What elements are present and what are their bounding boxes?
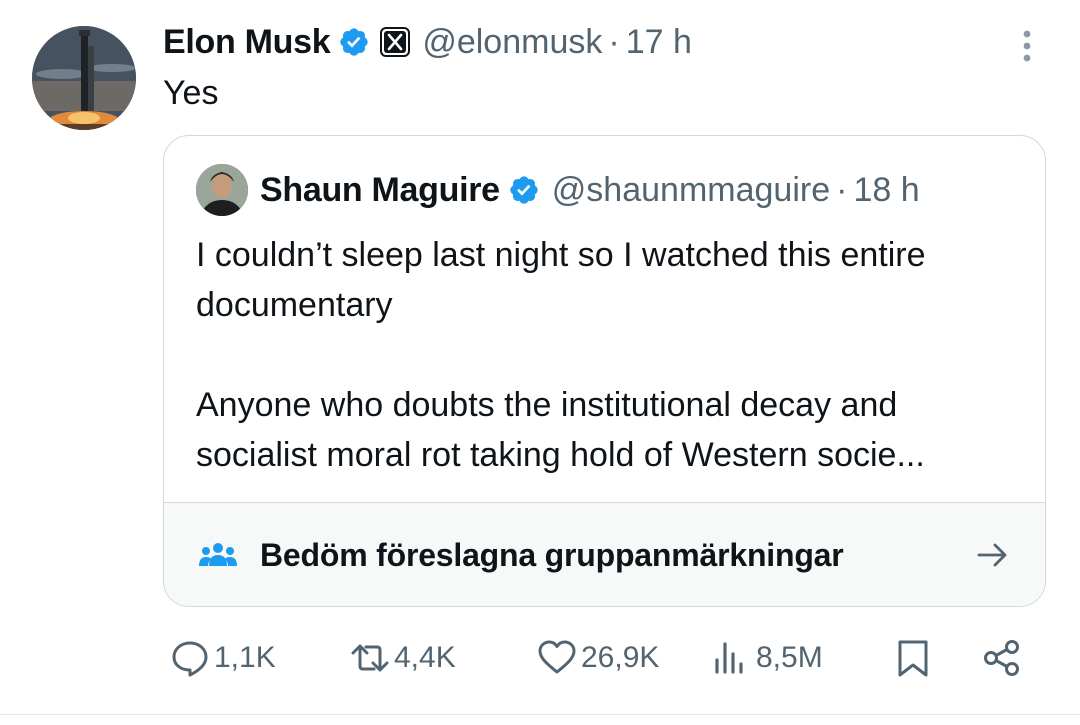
views-icon: [715, 642, 743, 674]
post-text: Yes: [163, 74, 219, 112]
quoted-author-handle[interactable]: @shaunmmaguire: [552, 171, 830, 210]
like-button[interactable]: 26,9K: [537, 638, 659, 678]
post-header: Elon Musk @elonmusk · 17 h: [163, 20, 692, 64]
community-notes-prompt[interactable]: Bedöm föreslagna gruppanmärkningar: [164, 502, 1045, 606]
quoted-tweet[interactable]: Shaun Maguire @shaunmmaguire · 18 h I co…: [163, 135, 1046, 607]
reply-icon: [172, 641, 208, 677]
repost-icon: [351, 644, 389, 672]
quoted-header: Shaun Maguire @shaunmmaguire · 18 h: [196, 164, 920, 216]
quoted-paragraph: I couldn’t sleep last night so I watched…: [196, 236, 926, 324]
reply-count: 1,1K: [214, 641, 276, 674]
people-icon: [199, 542, 237, 566]
quoted-time[interactable]: 18 h: [853, 171, 919, 210]
verified-badge-icon[interactable]: [508, 174, 540, 206]
quoted-paragraph: Anyone who doubts the institutional deca…: [196, 386, 925, 474]
quoted-author-name[interactable]: Shaun Maguire: [260, 171, 500, 210]
views-count: 8,5M: [756, 641, 823, 674]
separator-dot: ·: [836, 170, 848, 209]
more-vertical-icon[interactable]: [1013, 28, 1041, 64]
arrow-right-icon[interactable]: [975, 537, 1011, 573]
reply-button[interactable]: 1,1K: [170, 638, 276, 678]
quoted-avatar[interactable]: [196, 164, 248, 216]
divider: [0, 714, 1080, 715]
bookmark-button[interactable]: [893, 638, 933, 678]
x-logo-icon[interactable]: [380, 27, 411, 57]
verified-badge-icon[interactable]: [338, 26, 370, 58]
quoted-text: I couldn’t sleep last night so I watched…: [196, 230, 1026, 480]
share-icon: [984, 640, 1019, 676]
share-button[interactable]: [982, 638, 1022, 678]
author-name[interactable]: Elon Musk: [163, 23, 331, 62]
action-bar: 1,1K 4,4K 26,9K 8,5M: [0, 630, 1080, 694]
avatar[interactable]: [32, 26, 136, 130]
repost-button[interactable]: 4,4K: [350, 638, 456, 678]
author-handle[interactable]: @elonmusk: [422, 23, 602, 62]
views-button[interactable]: 8,5M: [712, 638, 823, 678]
rocket-image: [32, 26, 136, 130]
heart-icon: [538, 640, 576, 674]
quoted-avatar-image: [196, 164, 248, 216]
bookmark-icon: [898, 640, 928, 677]
post-time[interactable]: 17 h: [626, 23, 692, 62]
separator-dot: ·: [608, 22, 620, 61]
repost-count: 4,4K: [394, 641, 456, 674]
like-count: 26,9K: [581, 641, 660, 674]
community-notes-label: Bedöm föreslagna gruppanmärkningar: [260, 537, 844, 573]
